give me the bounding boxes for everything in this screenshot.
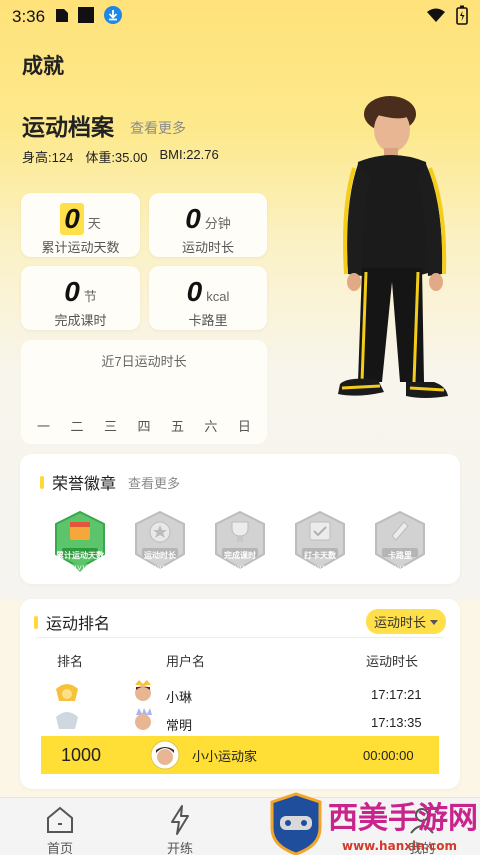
my-time: 00:00:00 xyxy=(363,747,414,763)
header-time: 运动时长 xyxy=(366,654,419,669)
avatar-character xyxy=(318,92,468,422)
ranking-sort-dropdown[interactable]: 运动时长 xyxy=(365,609,446,634)
stat-label: 卡路里 xyxy=(188,313,228,328)
stat-label: 累计运动天数 xyxy=(41,240,120,255)
status-bar: 3:36 xyxy=(0,0,480,34)
stat-unit: 天 xyxy=(87,216,101,231)
tab-home-label: 首页 xyxy=(46,841,73,855)
badges-title: 荣誉徽章 xyxy=(52,476,117,493)
profile-more-link[interactable]: 查看更多 xyxy=(130,118,186,138)
gamepad-icon xyxy=(280,816,312,830)
stat-card-duration[interactable]: 0 分钟 运动时长 xyxy=(149,193,267,257)
section-marker xyxy=(34,615,38,629)
day-label: 五 xyxy=(170,419,184,434)
ranking-username: 小琳 xyxy=(166,690,193,705)
badge-checkin[interactable]: LV1 打卡天数 xyxy=(292,510,348,578)
tab-train[interactable]: 开练 xyxy=(150,804,210,855)
day-label: 日 xyxy=(237,419,251,434)
chevron-down-icon xyxy=(430,614,438,629)
badges-more-link[interactable]: 查看更多 xyxy=(128,473,180,492)
badge-lessons[interactable]: LV1 完成课时 xyxy=(212,510,268,578)
day-label: 四 xyxy=(137,419,151,434)
ranking-sort-value: 运动时长 xyxy=(373,615,426,630)
stat-card-lessons[interactable]: 0 节 完成课时 xyxy=(21,266,140,330)
stat-card-calories[interactable]: 0 kcal 卡路里 xyxy=(149,266,267,330)
badge-level: LV1 xyxy=(75,565,86,572)
badge-label: 完成课时 xyxy=(224,551,256,560)
badge-label: 运动时长 xyxy=(144,551,176,560)
badge-days[interactable]: LV1 累计运动天数 xyxy=(52,510,108,578)
badge-level: LV1 xyxy=(155,565,166,572)
badges-section: 荣誉徽章 查看更多 LV1 累计运动天数 LV1 运动时长 LV1 完成课时 L… xyxy=(20,454,460,584)
watermark-logo: 西美手游网 www.hanxin.com xyxy=(268,792,480,855)
sim-icon xyxy=(55,7,69,28)
badge-label: 累计运动天数 xyxy=(56,551,104,560)
notification-square-icon xyxy=(77,6,95,29)
badge-level: LV1 xyxy=(395,565,406,572)
weekly-title: 近7日运动时长 xyxy=(101,354,187,369)
ranking-time: 17:13:35 xyxy=(371,715,422,730)
wifi-icon xyxy=(426,7,446,28)
ranking-username: 常明 xyxy=(166,718,193,733)
day-label: 六 xyxy=(204,419,218,434)
stat-value: 0 xyxy=(186,276,203,307)
day-label: 二 xyxy=(70,419,84,434)
weekly-day-labels: 一 二 三 四 五 六 日 xyxy=(37,416,251,435)
day-label: 一 xyxy=(37,419,51,434)
weekly-duration-card[interactable]: 近7日运动时长 一 二 三 四 五 六 日 xyxy=(21,340,267,444)
badge-label: 卡路里 xyxy=(388,551,412,560)
ranking-title: 运动排名 xyxy=(46,616,111,633)
stat-value: 0 xyxy=(64,276,80,307)
avatar xyxy=(132,679,154,706)
badge-list: LV1 累计运动天数 LV1 运动时长 LV1 完成课时 LV1 打卡天数 LV… xyxy=(20,510,460,578)
badge-level: LV1 xyxy=(315,565,326,572)
badge-level: LV1 xyxy=(235,565,246,572)
bmi-label: BMI:22.76 xyxy=(159,147,219,162)
my-ranking-row[interactable]: 1000 小小运动家 00:00:00 xyxy=(41,736,439,774)
ranking-time: 17:17:21 xyxy=(371,687,422,702)
stat-unit: kcal xyxy=(206,289,230,304)
svg-text:西美手游网: 西美手游网 xyxy=(328,801,478,836)
stat-value: 0 xyxy=(185,203,201,234)
battery-icon xyxy=(456,5,468,30)
header-user: 用户名 xyxy=(166,654,206,669)
svg-text:www.hanxin.com: www.hanxin.com xyxy=(342,839,457,853)
stat-label: 完成课时 xyxy=(54,313,107,328)
section-marker xyxy=(40,475,44,489)
badge-label: 打卡天数 xyxy=(304,551,336,560)
download-icon xyxy=(103,5,123,30)
weight-label: 体重:35.00 xyxy=(85,150,148,165)
lightning-icon xyxy=(171,805,189,835)
badge-calories[interactable]: LV1 卡路里 xyxy=(372,510,428,578)
stat-label: 运动时长 xyxy=(181,240,234,255)
tab-train-label: 开练 xyxy=(166,841,193,855)
status-time: 3:36 xyxy=(12,7,46,26)
header-rank: 排名 xyxy=(57,654,84,669)
height-label: 身高:124 xyxy=(22,150,74,165)
stat-card-days[interactable]: 0 天 累计运动天数 xyxy=(21,193,140,257)
stat-unit: 分钟 xyxy=(204,216,231,231)
badge-duration[interactable]: LV1 运动时长 xyxy=(132,510,188,578)
page-title: 成就 xyxy=(22,55,64,78)
tab-home[interactable]: 首页 xyxy=(30,804,90,855)
stat-unit: 节 xyxy=(83,289,97,304)
day-label: 三 xyxy=(103,419,117,434)
home-icon xyxy=(47,806,73,833)
profile-stats: 身高:124 体重:35.00 BMI:22.76 xyxy=(22,147,219,166)
stat-value: 0 xyxy=(60,203,84,235)
avatar xyxy=(150,740,180,775)
gold-medal-icon xyxy=(54,683,80,706)
ranking-divider xyxy=(36,637,444,638)
my-username: 小小运动家 xyxy=(192,748,258,764)
avatar xyxy=(132,707,154,734)
my-rank: 1000 xyxy=(61,744,102,765)
silver-medal-icon xyxy=(54,711,80,734)
profile-title: 运动档案 xyxy=(22,114,114,140)
